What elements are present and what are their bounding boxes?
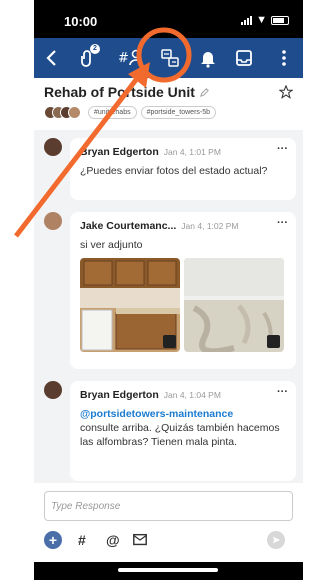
response-input[interactable]: Type Response xyxy=(44,491,293,521)
avatar[interactable] xyxy=(44,381,62,399)
attachments-button[interactable]: 2 xyxy=(76,44,100,70)
sender-name[interactable]: Bryan Edgerton xyxy=(80,389,159,401)
inbox-icon xyxy=(236,50,252,66)
image-attachment-carpet[interactable] xyxy=(184,258,284,352)
star-icon[interactable] xyxy=(279,85,293,99)
hashtag-button[interactable]: # xyxy=(78,531,86,549)
plus-icon: + xyxy=(48,532,58,548)
signal-icon xyxy=(241,15,253,25)
more-menu-button[interactable] xyxy=(272,46,296,70)
participant-avatars[interactable] xyxy=(44,106,81,119)
at-icon: @ xyxy=(106,532,120,548)
pencil-icon[interactable] xyxy=(199,87,210,98)
message-time: Jan 4, 1:01 PM xyxy=(163,147,221,157)
message-more-button[interactable]: ··· xyxy=(277,143,288,155)
back-button[interactable] xyxy=(40,46,64,70)
message-time: Jan 4, 1:04 PM xyxy=(163,390,221,400)
image-attachment-kitchen[interactable] xyxy=(80,258,180,352)
tag-chip[interactable]: #unitrehabs xyxy=(88,106,137,119)
message-text: si ver adjunto xyxy=(80,239,143,251)
wifi-icon: ▼ xyxy=(256,14,267,26)
message-time: Jan 4, 1:02 PM xyxy=(181,221,239,231)
status-bar: 10:00 ▼ xyxy=(34,0,303,38)
message-body: @portsidetowers-maintenance consulte arr… xyxy=(80,407,286,449)
home-indicator-bar xyxy=(34,562,303,580)
sender-name[interactable]: Jake Courtemanc... xyxy=(80,220,176,232)
conversation-area[interactable]: Rehab of Portside Unit #unitrehabs #port… xyxy=(34,78,303,483)
back-icon xyxy=(46,50,56,66)
battery-icon xyxy=(271,15,289,25)
avatar[interactable] xyxy=(44,138,62,156)
mail-icon xyxy=(133,533,147,546)
tag-chip[interactable]: #portside_towers-5b xyxy=(140,106,217,119)
translate-button[interactable] xyxy=(158,46,182,70)
message-bubble[interactable]: Bryan Edgerton Jan 4, 1:04 PM ··· @ports… xyxy=(70,381,296,481)
message-item: Jake Courtemanc... Jan 4, 1:02 PM ··· si… xyxy=(44,212,296,369)
hashtag-icon: # xyxy=(78,532,86,548)
mention-link[interactable]: @portsidetowers-maintenance xyxy=(80,408,233,420)
message-item: Bryan Edgerton Jan 4, 1:04 PM ··· @ports… xyxy=(44,381,296,481)
notifications-button[interactable] xyxy=(196,46,220,70)
mention-button[interactable]: @ xyxy=(106,531,120,549)
more-vertical-icon xyxy=(282,50,286,66)
avatar[interactable] xyxy=(44,212,62,230)
message-text: consulte arriba. ¿Quizás también hacemos… xyxy=(80,422,280,448)
message-bubble[interactable]: Bryan Edgerton Jan 4, 1:01 PM ··· ¿Puede… xyxy=(70,138,296,200)
conversation-header: Rehab of Portside Unit #unitrehabs #port… xyxy=(34,78,303,130)
conversation-title: Rehab of Portside Unit xyxy=(44,84,195,100)
message-bubble[interactable]: Jake Courtemanc... Jan 4, 1:02 PM ··· si… xyxy=(70,212,296,369)
status-icons: ▼ xyxy=(241,14,289,26)
phone-screen: 10:00 ▼ 2 # Rehab of Portside Unit #unit… xyxy=(34,0,303,580)
image-icon xyxy=(163,335,176,348)
inbox-button[interactable] xyxy=(232,46,256,70)
status-time: 10:00 xyxy=(64,14,98,29)
message-item: Bryan Edgerton Jan 4, 1:01 PM ··· ¿Puede… xyxy=(44,138,296,200)
translate-icon xyxy=(161,49,179,67)
message-more-button[interactable]: ··· xyxy=(277,217,288,229)
attachments-badge: 2 xyxy=(90,44,100,54)
message-text: ¿Puedes enviar fotos del estado actual? xyxy=(80,165,268,177)
sender-name[interactable]: Bryan Edgerton xyxy=(80,146,159,158)
top-toolbar: 2 # xyxy=(34,38,303,78)
tags-members-button[interactable]: # xyxy=(116,46,146,70)
message-more-button[interactable]: ··· xyxy=(277,386,288,398)
add-button[interactable]: + xyxy=(44,531,62,549)
page: 10:00 ▼ 2 # Rehab of Portside Unit #unit… xyxy=(0,0,303,580)
svg-text:#: # xyxy=(118,51,129,66)
image-icon xyxy=(267,335,280,348)
mail-button[interactable] xyxy=(132,531,148,549)
send-icon xyxy=(272,536,281,544)
members-icon: # xyxy=(118,49,143,66)
bell-icon xyxy=(201,52,215,68)
send-button[interactable] xyxy=(267,531,285,549)
